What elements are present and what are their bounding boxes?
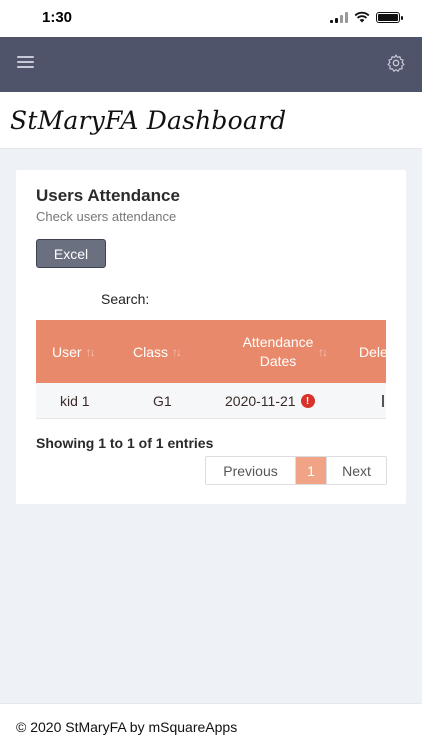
wifi-icon <box>354 11 370 23</box>
page-1-button[interactable]: 1 <box>296 457 326 484</box>
status-time: 1:30 <box>42 9 73 26</box>
gear-icon[interactable] <box>386 53 406 73</box>
alert-icon: ! <box>300 394 315 408</box>
cell-date: 2020-11-21 ! <box>225 383 315 419</box>
status-bar: 1:30 <box>0 0 422 37</box>
attendance-sort-icon: ↑↓ <box>318 344 328 359</box>
column-header-class[interactable]: Class ↑↓ <box>133 320 182 383</box>
sort-icon: ↑↓ <box>85 344 96 359</box>
app-header <box>0 37 422 92</box>
card-subtitle: Check users attendance <box>36 209 177 224</box>
column-header-user[interactable]: User ↑↓ <box>52 320 96 383</box>
column-header-delete[interactable]: Dele <box>359 320 386 383</box>
table-row: kid 1 G1 2020-11-21 ! <box>36 383 386 419</box>
attendance-table: User ↑↓ Class ↑↓ Attendance Dates ↑↓ Del… <box>36 320 386 419</box>
entries-info: Showing 1 to 1 of 1 entries <box>36 435 214 451</box>
footer: © 2020 StMaryFA by mSquareApps <box>0 703 422 750</box>
title-bar: StMaryFA Dashboard <box>0 92 422 149</box>
hamburger-icon[interactable] <box>17 56 34 70</box>
pagination: Previous 1 Next <box>205 456 387 485</box>
previous-page-button[interactable]: Previous <box>206 457 296 484</box>
battery-icon <box>376 11 403 23</box>
table-header: User ↑↓ Class ↑↓ Attendance Dates ↑↓ Del… <box>36 320 386 383</box>
next-page-button[interactable]: Next <box>326 457 386 484</box>
excel-button[interactable]: Excel <box>36 239 106 268</box>
page-title: StMaryFA Dashboard <box>10 106 287 135</box>
cell-class: G1 <box>153 393 172 409</box>
status-icons <box>330 11 403 23</box>
search-label: Search: <box>101 291 150 307</box>
signal-icon <box>330 11 348 23</box>
cell-user: kid 1 <box>60 393 90 409</box>
attendance-card: Users Attendance Check users attendance … <box>16 170 406 504</box>
footer-text: © 2020 StMaryFA by mSquareApps <box>16 719 238 735</box>
card-title: Users Attendance <box>36 186 180 205</box>
sort-icon: ↑↓ <box>172 344 182 359</box>
cell-delete[interactable] <box>382 383 384 419</box>
